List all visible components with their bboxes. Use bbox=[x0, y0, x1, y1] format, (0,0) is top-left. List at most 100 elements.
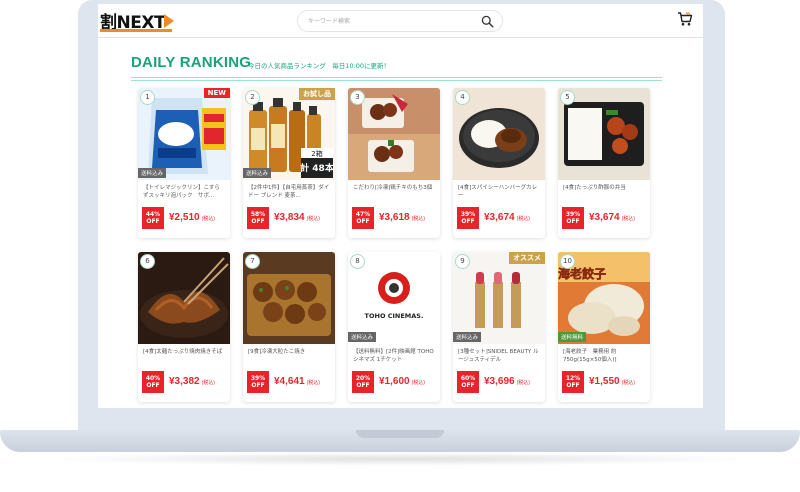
price-value: ¥2,510 bbox=[169, 212, 200, 223]
cart-icon[interactable] bbox=[677, 11, 693, 27]
product-card[interactable]: 5 [4食]たっぷり酢豚の弁当 39% OFF ¥3,674 (税込) bbox=[558, 88, 650, 238]
discount-percent: 39% bbox=[565, 211, 581, 218]
product-card[interactable]: 4 [4食]スパイシーハンバーグカレー 39% OFF ¥3,674 (税込) bbox=[453, 88, 545, 238]
search-input[interactable] bbox=[308, 14, 478, 29]
tax-label: (税込) bbox=[516, 216, 530, 222]
section-subtitle: 今日の人気商品ランキング 毎日10:00に更新！ bbox=[248, 62, 391, 70]
trial-tag: お試し品 bbox=[299, 88, 335, 100]
product-card[interactable]: 2箱 計 48本 2 お試し品 送料込み 【2件中1件】【自宅用蒸茶】ダイドー … bbox=[243, 88, 335, 238]
tax-label: (税込) bbox=[411, 380, 425, 386]
discount-off: OFF bbox=[251, 218, 265, 225]
rank-badge: 1 bbox=[140, 90, 155, 105]
rank-badge: 3 bbox=[350, 90, 365, 105]
recommend-tag: オススメ bbox=[509, 252, 545, 264]
section-title: DAILY RANKING bbox=[131, 54, 252, 71]
product-price: ¥1,550 (税込) bbox=[589, 376, 635, 387]
product-price: ¥3,618 (税込) bbox=[379, 212, 425, 223]
logo-arrow-icon bbox=[164, 14, 175, 28]
price-value: ¥3,696 bbox=[484, 376, 515, 387]
price-value: ¥3,834 bbox=[274, 212, 305, 223]
rank-badge: 6 bbox=[140, 254, 155, 269]
shipping-tag: 送料込み bbox=[348, 332, 377, 342]
rank-badge: 4 bbox=[455, 90, 470, 105]
laptop-notch bbox=[356, 430, 444, 438]
discount-off: OFF bbox=[566, 218, 580, 225]
discount-off: OFF bbox=[146, 382, 160, 389]
product-card[interactable]: 6 [4食]太麺たっぷり焼肉焼きそば 40% OFF ¥3,382 (税込) bbox=[138, 252, 230, 402]
discount-off: OFF bbox=[146, 218, 160, 225]
shipping-tag: 送料込み bbox=[453, 332, 482, 342]
product-price: ¥1,600 (税込) bbox=[379, 376, 425, 387]
rank-badge: 8 bbox=[350, 254, 365, 269]
product-price: ¥3,834 (税込) bbox=[274, 212, 320, 223]
rank-badge: 2 bbox=[245, 90, 260, 105]
discount-off: OFF bbox=[461, 218, 475, 225]
discount-badge: 44% OFF bbox=[142, 207, 164, 229]
tax-label: (税込) bbox=[621, 216, 635, 222]
discount-badge: 47% OFF bbox=[352, 207, 374, 229]
product-card[interactable]: 3 こだわり[冷凍]鶏チキのもち3個 47% OFF ¥3,618 (税込) bbox=[348, 88, 440, 238]
product-price: ¥3,382 (税込) bbox=[169, 376, 215, 387]
discount-percent: 39% bbox=[460, 211, 476, 218]
logo-underline bbox=[100, 29, 172, 32]
tax-label: (税込) bbox=[201, 380, 215, 386]
product-name: [9食]冷凍大粒たこ焼き bbox=[248, 349, 306, 355]
price-value: ¥3,674 bbox=[484, 212, 515, 223]
bottle-count-label: 2箱 bbox=[311, 149, 322, 158]
product-name: 【送料無料】[2件]映画館 TOHOシネマズ 1チケット bbox=[353, 349, 434, 363]
toho-logo-text: TOHO CINEMAS. bbox=[365, 312, 424, 320]
laptop-shadow bbox=[40, 452, 760, 466]
discount-badge: 39% OFF bbox=[247, 371, 269, 393]
discount-off: OFF bbox=[356, 382, 370, 389]
product-name: [4食]スパイシーハンバーグカレー bbox=[458, 185, 538, 199]
discount-badge: 58% OFF bbox=[247, 207, 269, 229]
discount-percent: 12% bbox=[565, 375, 581, 382]
shipping-tag: 送料無料 bbox=[558, 332, 587, 342]
product-card[interactable]: 海老餃子 10 送料無料 [海老餃子 業務用 約750g(15g×50個入)] … bbox=[558, 252, 650, 402]
search-icon[interactable] bbox=[481, 15, 494, 28]
product-card[interactable]: 1 NEW 送料込み 【トイレマジックリン】こすらずスッキリ泡パック サボ...… bbox=[138, 88, 230, 238]
product-name: [4食]太麺たっぷり焼肉焼きそば bbox=[143, 349, 223, 355]
price-value: ¥4,641 bbox=[274, 376, 305, 387]
title-divider bbox=[131, 80, 662, 81]
product-price: ¥3,674 (税込) bbox=[484, 212, 530, 223]
shipping-tag: 送料込み bbox=[243, 168, 272, 178]
product-price: ¥3,696 (税込) bbox=[484, 376, 530, 387]
site-logo[interactable]: 割NEXT bbox=[100, 8, 175, 33]
price-value: ¥1,550 bbox=[589, 376, 620, 387]
new-tag: NEW bbox=[203, 88, 230, 98]
product-name: 【トイレマジックリン】こすらずスッキリ泡パック サボ... bbox=[143, 185, 220, 199]
product-price: ¥2,510 (税込) bbox=[169, 212, 215, 223]
tax-label: (税込) bbox=[621, 380, 635, 386]
discount-badge: 39% OFF bbox=[457, 207, 479, 229]
discount-badge: 40% OFF bbox=[142, 371, 164, 393]
laptop-mockup: 割NEXT DAILY RANKING 今日の人気商品ランキング 毎日10:00… bbox=[0, 0, 800, 492]
product-card[interactable]: TOHO CINEMAS. 8 送料込み 【送料無料】[2件]映画館 TOHOシ… bbox=[348, 252, 440, 402]
product-name: [4食]たっぷり酢豚の弁当 bbox=[563, 185, 626, 191]
discount-percent: 58% bbox=[250, 211, 266, 218]
tax-label: (税込) bbox=[201, 216, 215, 222]
search-box bbox=[297, 10, 503, 32]
discount-off: OFF bbox=[461, 382, 475, 389]
price-value: ¥3,618 bbox=[379, 212, 410, 223]
discount-badge: 12% OFF bbox=[562, 371, 584, 393]
shipping-tag: 送料込み bbox=[138, 168, 167, 178]
product-price: ¥3,674 (税込) bbox=[589, 212, 635, 223]
discount-percent: 60% bbox=[460, 375, 476, 382]
product-name: [3種セット]SNIDEL BEAUTY ルージュスティデル bbox=[458, 349, 539, 363]
product-name: こだわり[冷凍]鶏チキのもち3個 bbox=[353, 185, 433, 191]
product-card[interactable]: 7 [9食]冷凍大粒たこ焼き 39% OFF ¥4,641 (税込) bbox=[243, 252, 335, 402]
discount-off: OFF bbox=[251, 382, 265, 389]
discount-percent: 44% bbox=[145, 211, 161, 218]
rank-badge: 7 bbox=[245, 254, 260, 269]
discount-percent: 40% bbox=[145, 375, 161, 382]
discount-badge: 20% OFF bbox=[352, 371, 374, 393]
bottle-total-label: 計 48本 bbox=[300, 162, 335, 174]
rank-badge: 9 bbox=[455, 254, 470, 269]
screen: 割NEXT DAILY RANKING 今日の人気商品ランキング 毎日10:00… bbox=[98, 4, 703, 408]
product-card[interactable]: 9 オススメ 送料込み [3種セット]SNIDEL BEAUTY ルージュスティ… bbox=[453, 252, 545, 402]
site-header: 割NEXT bbox=[98, 4, 703, 38]
tax-label: (税込) bbox=[516, 380, 530, 386]
price-value: ¥1,600 bbox=[379, 376, 410, 387]
tax-label: (税込) bbox=[411, 216, 425, 222]
